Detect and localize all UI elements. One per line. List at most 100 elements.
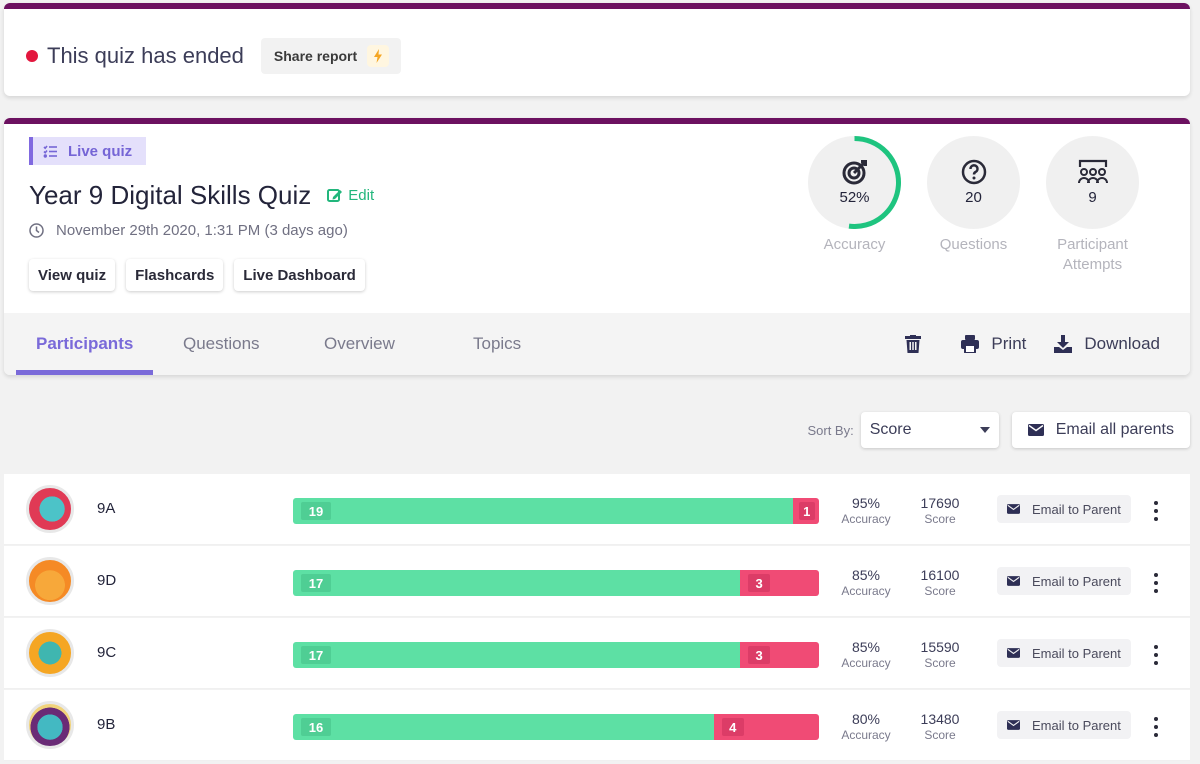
- accuracy-label: Accuracy: [823, 236, 886, 253]
- answer-bar: 17 3: [293, 570, 819, 596]
- correct-segment: 16: [293, 714, 714, 740]
- quiz-summary-card: Live quiz Year 9 Digital Skills Quiz Edi…: [4, 118, 1190, 375]
- participant-row[interactable]: 9C 17 3 85% Accuracy 15590 Score Email t…: [4, 618, 1190, 689]
- accuracy-value: 80%: [851, 711, 881, 727]
- badge-label: Live quiz: [68, 142, 133, 160]
- score-metric: 16100 Score: [905, 567, 975, 599]
- email-to-parent-label: Email to Parent: [1032, 501, 1121, 517]
- stat-participants: 9 Participant Attempts: [1046, 136, 1139, 275]
- print-label: Print: [991, 334, 1027, 353]
- quiz-title: Year 9 Digital Skills Quiz: [29, 180, 312, 210]
- sort-toolbar: Sort By: Score Email all parents: [807, 412, 1190, 448]
- envelope-icon: [1027, 424, 1044, 436]
- participant-row[interactable]: 9D 17 3 85% Accuracy 16100 Score Email t…: [4, 546, 1190, 617]
- delete-button[interactable]: [905, 335, 933, 353]
- participants-value: 9: [1088, 189, 1097, 206]
- edit-quiz-link[interactable]: Edit: [327, 187, 374, 204]
- score-metric: 17690 Score: [905, 495, 975, 527]
- brand-bar: [4, 118, 1190, 124]
- score-label: Score: [924, 656, 956, 670]
- download-label: Download: [1084, 334, 1160, 353]
- email-to-parent-label: Email to Parent: [1032, 717, 1121, 733]
- accuracy-label: Accuracy: [841, 512, 891, 526]
- incorrect-count: 1: [798, 502, 815, 520]
- edit-label: Edit: [348, 187, 375, 204]
- email-to-parent-button[interactable]: Email to Parent: [997, 495, 1131, 523]
- caret-down-icon: [979, 427, 990, 433]
- accuracy-label: Accuracy: [841, 728, 891, 742]
- trash-icon: [905, 335, 922, 353]
- incorrect-segment: 3: [740, 570, 819, 596]
- correct-count: 17: [301, 646, 331, 664]
- email-to-parent-button[interactable]: Email to Parent: [997, 567, 1131, 595]
- participants-label: Participant Attempts: [1057, 236, 1128, 273]
- correct-segment: 17: [293, 642, 741, 668]
- participant-avatar: [26, 485, 74, 533]
- email-to-parent-label: Email to Parent: [1032, 573, 1121, 589]
- tab-questions[interactable]: Questions: [183, 313, 260, 375]
- answer-bar: 17 3: [293, 642, 819, 668]
- participant-name: 9B: [97, 716, 116, 733]
- score-label: Score: [924, 584, 956, 598]
- questions-label: Questions: [939, 236, 1008, 253]
- live-dashboard-button[interactable]: Live Dashboard: [234, 259, 365, 291]
- incorrect-segment: 1: [792, 498, 819, 524]
- view-quiz-button[interactable]: View quiz: [29, 259, 116, 291]
- correct-segment: 19: [293, 498, 793, 524]
- participant-row[interactable]: 9B 16 4 80% Accuracy 13480 Score Email t…: [4, 690, 1190, 761]
- correct-segment: 17: [293, 570, 741, 596]
- share-report-button[interactable]: Share report: [260, 38, 402, 74]
- ended-status-dot: [26, 50, 38, 62]
- tab-overview[interactable]: Overview: [324, 313, 395, 375]
- accuracy-progress-ring: [848, 136, 901, 229]
- answer-bar: 19 1: [293, 498, 819, 524]
- sort-selected-value: Score: [869, 421, 912, 438]
- more-options-icon[interactable]: [1149, 499, 1163, 523]
- accuracy-metric: 80% Accuracy: [831, 711, 901, 743]
- sort-by-label: Sort By:: [807, 422, 854, 438]
- accuracy-value: 85%: [851, 567, 881, 583]
- score-metric: 13480 Score: [905, 711, 975, 743]
- questions-value: 20: [965, 189, 982, 206]
- print-button[interactable]: Print: [961, 334, 1026, 354]
- score-label: Score: [924, 512, 956, 526]
- participant-list: 9A 19 1 95% Accuracy 17690 Score Email t…: [4, 474, 1190, 762]
- participant-avatar: [26, 701, 74, 749]
- quiz-status-card: This quiz has ended Share report: [4, 3, 1190, 96]
- live-quiz-badge: Live quiz: [29, 137, 147, 165]
- envelope-icon: [1007, 720, 1020, 730]
- quiz-date: November 29th 2020, 1:31 PM (3 days ago): [56, 222, 348, 239]
- email-to-parent-button[interactable]: Email to Parent: [997, 639, 1131, 667]
- download-button[interactable]: Download: [1054, 334, 1160, 354]
- tab-topics[interactable]: Topics: [473, 313, 521, 375]
- accuracy-metric: 95% Accuracy: [831, 495, 901, 527]
- brand-bar: [4, 3, 1190, 9]
- envelope-icon: [1007, 648, 1020, 658]
- more-options-icon[interactable]: [1149, 715, 1163, 739]
- email-to-parent-button[interactable]: Email to Parent: [997, 711, 1131, 739]
- incorrect-count: 4: [721, 718, 744, 736]
- more-options-icon[interactable]: [1149, 571, 1163, 595]
- more-options-icon[interactable]: [1149, 643, 1163, 667]
- participants-icon: [1077, 159, 1108, 184]
- envelope-icon: [1007, 504, 1020, 514]
- lightning-bolt-icon: [367, 45, 390, 67]
- score-metric: 15590 Score: [905, 639, 975, 671]
- accuracy-value: 95%: [851, 495, 881, 511]
- incorrect-count: 3: [748, 646, 771, 664]
- tab-participants[interactable]: Participants: [16, 313, 154, 375]
- email-all-parents-button[interactable]: Email all parents: [1011, 412, 1190, 448]
- sort-by-select[interactable]: Score: [860, 412, 999, 448]
- flashcards-button[interactable]: Flashcards: [126, 259, 224, 291]
- accuracy-value: 85%: [851, 639, 881, 655]
- correct-count: 16: [301, 718, 331, 736]
- participant-row[interactable]: 9A 19 1 95% Accuracy 17690 Score Email t…: [4, 474, 1190, 545]
- email-all-label: Email all parents: [1055, 421, 1174, 438]
- participant-name: 9A: [97, 500, 116, 517]
- participant-name: 9D: [97, 572, 117, 589]
- stat-accuracy: 52% Accuracy: [808, 136, 901, 275]
- incorrect-segment: 4: [713, 714, 819, 740]
- incorrect-segment: 3: [740, 642, 819, 668]
- score-value: 17690: [920, 495, 960, 511]
- report-tabs: Participants Questions Overview Topics P…: [4, 313, 1190, 375]
